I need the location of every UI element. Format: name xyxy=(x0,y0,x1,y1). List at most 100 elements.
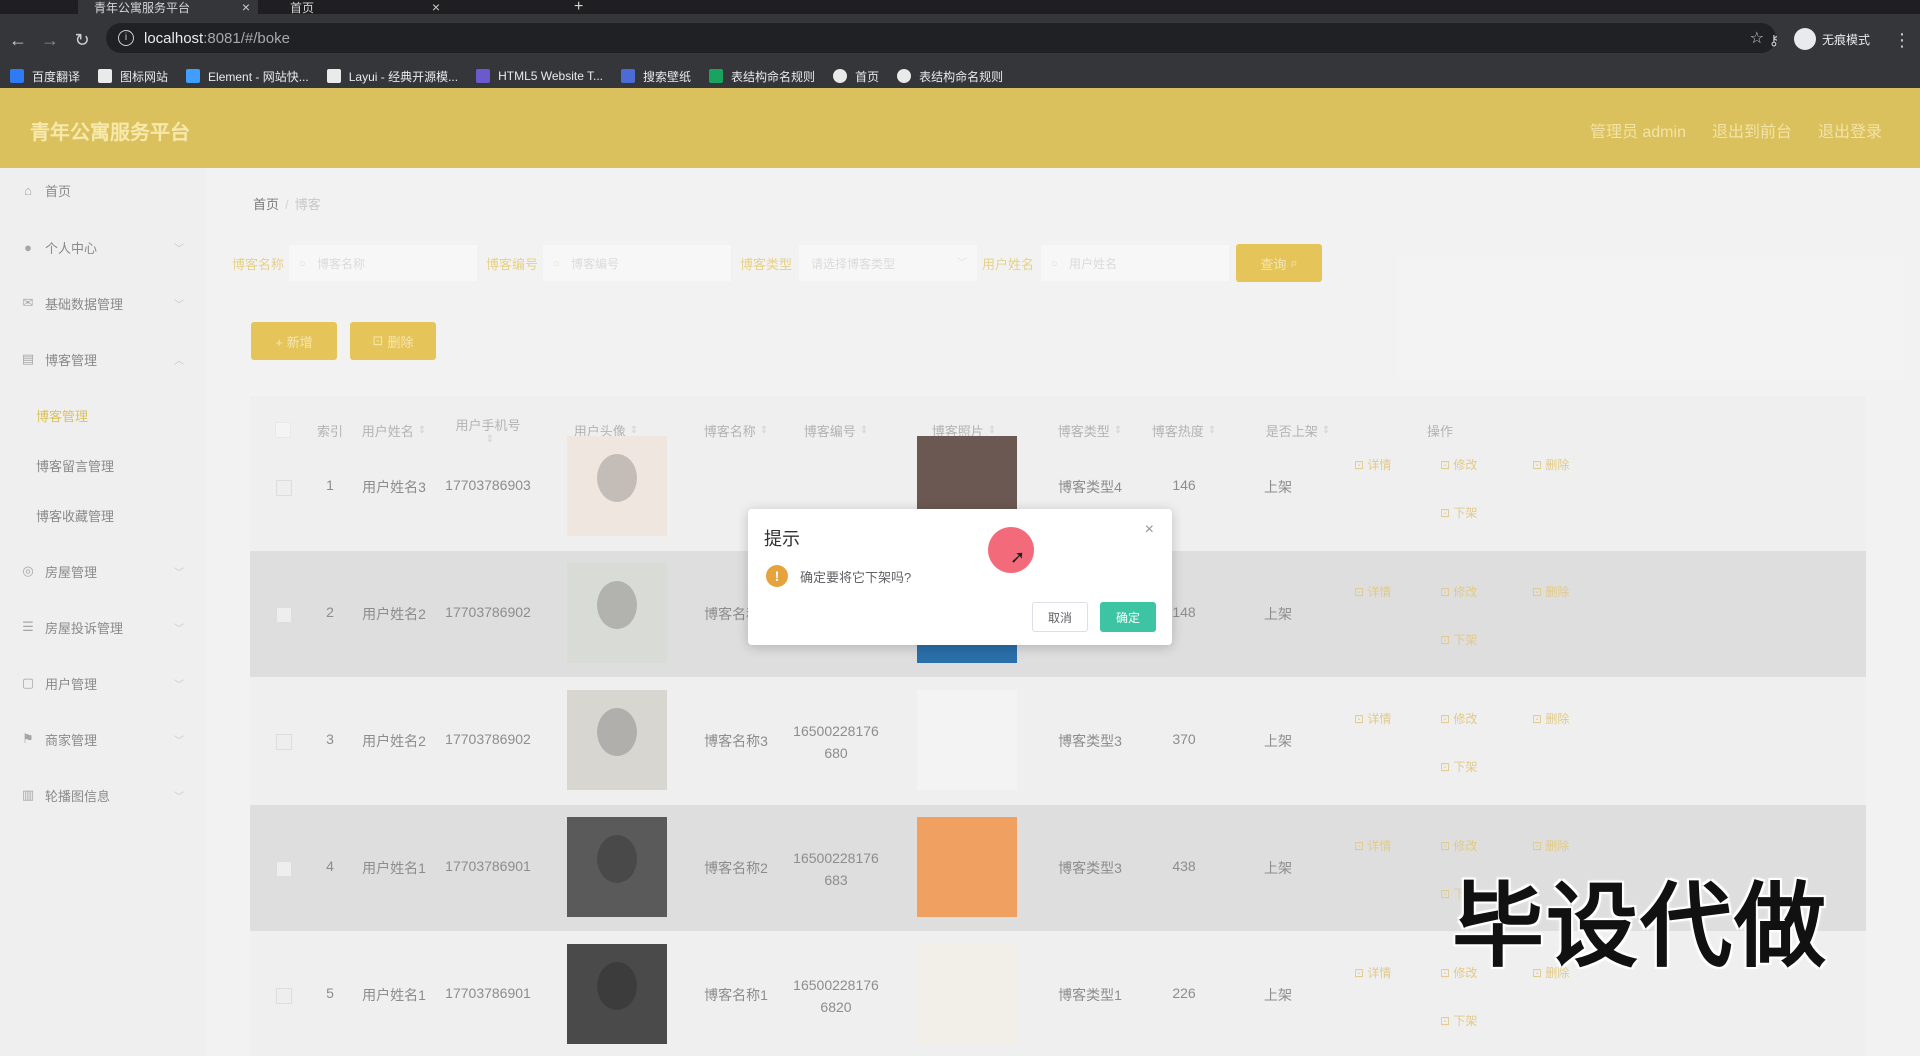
element-icon xyxy=(186,69,201,83)
forward-icon[interactable]: → xyxy=(38,28,62,52)
browser-tab[interactable]: 首页 × xyxy=(270,0,450,15)
blog-name-cell: 博客名称1 xyxy=(704,987,768,1003)
action-icon: ⊡ xyxy=(1532,585,1546,599)
sidebar-item-users[interactable]: ▢ 用户管理 ﹀ xyxy=(0,663,206,703)
user-name-label: 用户姓名 xyxy=(982,257,1035,272)
incognito-icon xyxy=(1794,28,1816,50)
bookmark[interactable]: 百度翻译 xyxy=(10,68,80,85)
blog-code-input[interactable]: 博客编号 xyxy=(542,244,732,283)
bookmark[interactable]: 表结构命名规则 xyxy=(709,68,815,85)
breadcrumb-home[interactable]: 首页 xyxy=(253,197,279,212)
chart-icon: ▥ xyxy=(21,787,35,802)
delete-row-button[interactable]: ⊡ 删除 xyxy=(1532,583,1569,600)
bookmark[interactable]: 首页 xyxy=(833,68,879,85)
edit-button[interactable]: ⊡ 修改 xyxy=(1440,456,1477,473)
detail-button[interactable]: ⊡ 详情 xyxy=(1354,710,1391,727)
action-icon: ⊡ xyxy=(1354,585,1368,599)
action-label: 详情 xyxy=(1367,458,1392,472)
detail-button[interactable]: ⊡ 详情 xyxy=(1354,837,1391,854)
bookmark[interactable]: 搜索壁纸 xyxy=(621,68,691,85)
search-button-label: 查询 xyxy=(1260,256,1287,272)
edit-button[interactable]: ⊡ 修改 xyxy=(1440,710,1477,727)
delete-row-button[interactable]: ⊡ 删除 xyxy=(1532,710,1569,727)
breadcrumb: 首页 / 博客 xyxy=(253,194,321,213)
back-icon[interactable]: ← xyxy=(6,28,30,52)
action-label: 详情 xyxy=(1367,839,1392,853)
close-icon[interactable]: × xyxy=(432,0,440,15)
flag-icon: ⚑ xyxy=(22,731,34,746)
bookmark[interactable]: 表结构命名规则 xyxy=(897,68,1003,85)
blog-name-input[interactable]: 博客名称 xyxy=(288,244,478,283)
bookmark-label: 表结构命名规则 xyxy=(731,69,816,84)
row-checkbox[interactable] xyxy=(276,988,292,1004)
blog-code-cell: 16500228176 680 xyxy=(793,723,879,761)
action-icon: ⊡ xyxy=(1440,585,1454,599)
bookmark[interactable]: HTML5 Website T... xyxy=(476,69,603,83)
sidebar-subitem-blog-comments[interactable]: 博客留言管理 xyxy=(36,450,114,480)
search-button[interactable]: 查询 ⌕ xyxy=(1236,244,1322,282)
row-checkbox[interactable] xyxy=(276,861,292,877)
bookmark[interactable]: 图标网站 xyxy=(98,68,168,85)
sidebar-item-base-data[interactable]: ✉ 基础数据管理 ﹀ xyxy=(0,283,206,323)
key-icon[interactable]: ⚷ xyxy=(1762,28,1786,52)
new-tab-icon[interactable]: + xyxy=(574,0,594,15)
row-checkbox[interactable] xyxy=(276,480,292,496)
close-icon[interactable]: × xyxy=(1145,521,1154,539)
action-icon: ⊡ xyxy=(1440,633,1454,647)
sidebar-item-carousel[interactable]: ▥ 轮播图信息 ﹀ xyxy=(0,775,206,815)
action-icon: ⊡ xyxy=(1532,458,1546,472)
user-avatar xyxy=(567,436,667,536)
action-label: 删除 xyxy=(1545,585,1570,599)
logout-link[interactable]: 退出登录 xyxy=(1818,118,1882,142)
sidebar-item-profile[interactable]: ● 个人中心 ﹀ xyxy=(0,227,206,267)
detail-button[interactable]: ⊡ 详情 xyxy=(1354,583,1391,600)
sidebar-item-blog[interactable]: ▤ 博客管理 ︿ xyxy=(0,339,206,379)
bookmark-label: Layui - 经典开源模... xyxy=(348,69,459,84)
sidebar-subitem-blog-favorites[interactable]: 博客收藏管理 xyxy=(36,500,114,530)
sidebar-subitem-blog[interactable]: 博客管理 xyxy=(36,400,88,430)
shelf-status-cell: 上架 xyxy=(1264,479,1292,495)
close-icon[interactable]: × xyxy=(242,0,250,15)
warning-icon: ! xyxy=(766,565,788,587)
chevron-down-icon: ﹀ xyxy=(174,735,184,747)
reload-icon[interactable]: ↻ xyxy=(70,28,94,52)
incognito-indicator[interactable]: 无痕模式 xyxy=(1794,27,1870,51)
cancel-button[interactable]: 取消 xyxy=(1032,602,1088,632)
edit-button[interactable]: ⊡ 修改 xyxy=(1440,583,1477,600)
unshelf-button[interactable]: ⊡ 下架 xyxy=(1440,1012,1477,1029)
bookmark[interactable]: Layui - 经典开源模... xyxy=(326,68,459,85)
sidebar-item-home[interactable]: ⌂ 首页 xyxy=(0,170,206,210)
table-row[interactable]: 3 用户姓名2 17703786902 博客名称3 16500228176 680 博客类… xyxy=(250,678,1866,804)
row-checkbox[interactable] xyxy=(276,734,292,750)
url-field[interactable]: i localhost:8081/#/boke ☆ xyxy=(106,23,1776,53)
phone-cell: 17703786902 xyxy=(445,731,531,747)
sidebar-item-house[interactable]: ◎ 房屋管理 ﹀ xyxy=(0,551,206,591)
detail-button[interactable]: ⊡ 详情 xyxy=(1354,456,1391,473)
blog-code-label: 博客编号 xyxy=(486,257,539,272)
detail-button[interactable]: ⊡ 详情 xyxy=(1354,964,1391,981)
globe-icon xyxy=(897,69,912,83)
unshelf-button[interactable]: ⊡ 下架 xyxy=(1440,504,1477,521)
unshelf-button[interactable]: ⊡ 下架 xyxy=(1440,758,1477,775)
user-name-input[interactable]: 用户姓名 xyxy=(1040,244,1230,283)
confirm-button[interactable]: 确定 xyxy=(1100,602,1156,632)
blog-type-select[interactable]: 请选择博客类型 ﹀ xyxy=(798,244,978,282)
sidebar-item-merchants[interactable]: ⚑ 商家管理 ﹀ xyxy=(0,719,206,759)
browser-tab-active[interactable]: 青年公寓服务平台 × xyxy=(78,0,258,15)
home-icon: ⌂ xyxy=(24,182,32,198)
delete-button[interactable]: ⊡ 删除 xyxy=(350,322,436,360)
unshelf-button[interactable]: ⊡ 下架 xyxy=(1440,631,1477,648)
add-button[interactable]: + 新增 xyxy=(251,322,337,360)
translate-icon xyxy=(10,69,24,83)
back-to-front-link[interactable]: 退出到前台 xyxy=(1712,118,1792,142)
info-icon[interactable]: i xyxy=(118,30,134,46)
shelf-status-cell: 上架 xyxy=(1264,860,1292,876)
bookmark[interactable]: Element - 网站快... xyxy=(186,68,309,85)
user-name-cell: 用户姓名2 xyxy=(362,733,426,749)
select-placeholder: 请选择博客类型 xyxy=(811,257,896,271)
row-checkbox[interactable] xyxy=(276,607,292,623)
sidebar-item-complaints[interactable]: ☰ 房屋投诉管理 ﹀ xyxy=(0,607,206,647)
menu-icon[interactable]: ⋮ xyxy=(1890,28,1914,52)
user-name-cell: 用户姓名1 xyxy=(362,987,426,1003)
delete-row-button[interactable]: ⊡ 删除 xyxy=(1532,456,1569,473)
